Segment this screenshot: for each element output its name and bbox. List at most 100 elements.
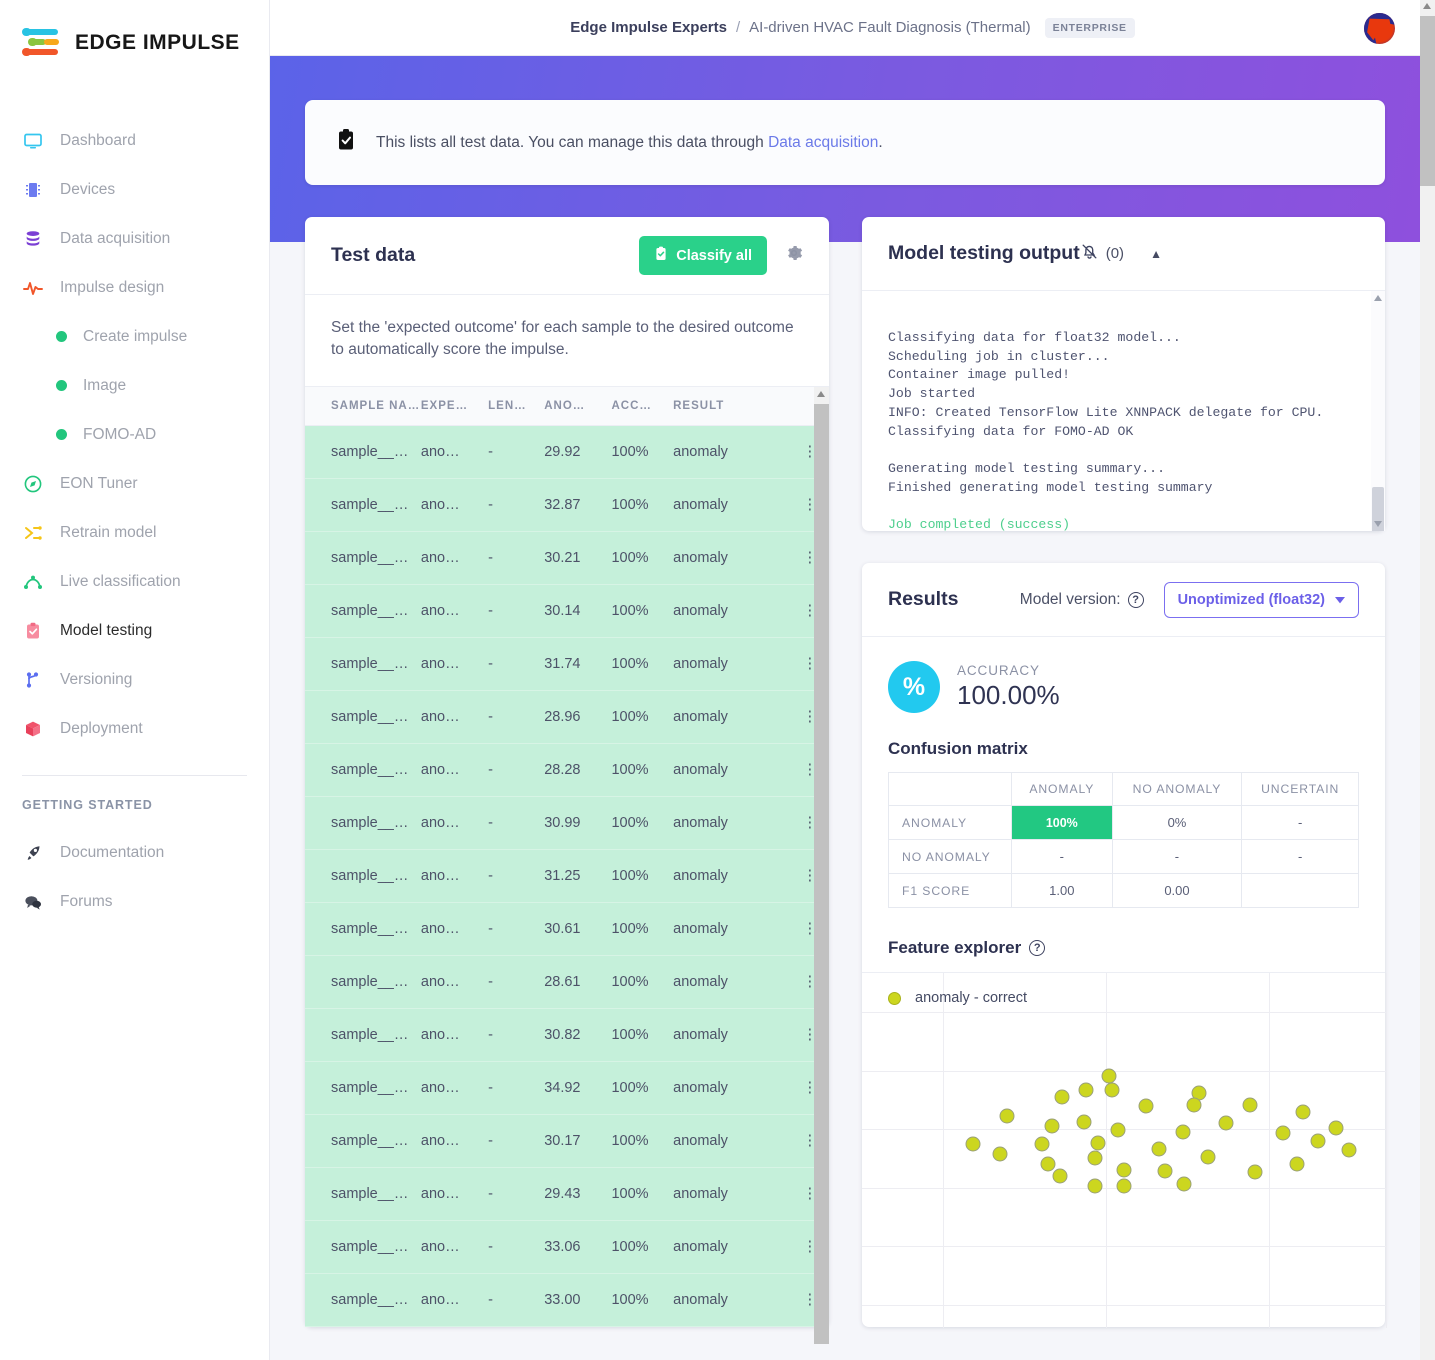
gear-icon[interactable] <box>785 244 803 267</box>
scatter-point[interactable] <box>1087 1150 1103 1166</box>
brand-logo-block[interactable]: EDGE IMPULSE <box>0 0 269 60</box>
page-scrollbar-thumb[interactable] <box>1420 16 1435 186</box>
scatter-point[interactable] <box>1052 1168 1068 1184</box>
scatter-point[interactable] <box>1218 1115 1234 1131</box>
sidebar-item-impulse-design[interactable]: Impulse design <box>0 263 269 312</box>
table-row[interactable]: sample__… ano… -30.14 100% anomaly ⋮ <box>305 584 829 638</box>
scatter-point[interactable] <box>1087 1178 1103 1194</box>
page-scrollbar[interactable] <box>1420 0 1435 1360</box>
scatter-point[interactable] <box>1116 1162 1132 1178</box>
table-row[interactable]: sample__… ano… -29.92 100% anomaly ⋮ <box>305 425 829 479</box>
log-scrollbar[interactable] <box>1371 291 1385 531</box>
table-row[interactable]: sample__… ano… -30.21 100% anomaly ⋮ <box>305 531 829 585</box>
question-icon[interactable]: ? <box>1029 940 1046 956</box>
scatter-point[interactable] <box>1328 1120 1344 1136</box>
table-row[interactable]: sample__… ano… -29.43 100% anomaly ⋮ <box>305 1167 829 1221</box>
scroll-up-arrow-icon[interactable] <box>817 390 825 397</box>
table-row[interactable]: sample__… ano… -34.92 100% anomaly ⋮ <box>305 1061 829 1115</box>
scatter-point[interactable] <box>1151 1141 1167 1157</box>
feature-explorer-plot[interactable]: anomaly - correct <box>862 972 1387 1328</box>
scatter-point[interactable] <box>1078 1082 1094 1098</box>
table-row[interactable]: sample__… ano… -30.82 100% anomaly ⋮ <box>305 1008 829 1062</box>
table-row[interactable]: sample__… ano… -28.96 100% anomaly ⋮ <box>305 690 829 744</box>
scatter-point[interactable] <box>1110 1122 1126 1138</box>
scatter-point[interactable] <box>1200 1149 1216 1165</box>
scatter-point[interactable] <box>1175 1124 1191 1140</box>
scroll-up-arrow-icon[interactable] <box>1423 3 1431 9</box>
sidebar-item-deployment[interactable]: Deployment <box>0 704 269 753</box>
sidebar-item-image[interactable]: Image <box>0 361 269 410</box>
scatter-point[interactable] <box>1044 1118 1060 1134</box>
table-row[interactable]: sample__… ano… -33.00 100% anomaly ⋮ <box>305 1273 829 1327</box>
column-header-result[interactable]: RESULT <box>673 386 791 426</box>
scatter-point[interactable] <box>1076 1114 1092 1130</box>
scatter-point[interactable] <box>1247 1164 1263 1180</box>
scatter-point[interactable] <box>1242 1097 1258 1113</box>
sidebar-item-dashboard[interactable]: Dashboard <box>0 116 269 165</box>
scatter-point[interactable] <box>1104 1082 1120 1098</box>
column-header-expected[interactable]: EXPE… <box>420 386 489 426</box>
sidebar-item-retrain-model[interactable]: Retrain model <box>0 508 269 557</box>
scatter-point[interactable] <box>1157 1163 1173 1179</box>
scatter-point[interactable] <box>1275 1125 1291 1141</box>
scatter-point[interactable] <box>1054 1089 1070 1105</box>
scatter-point[interactable] <box>1090 1135 1106 1151</box>
scatter-point[interactable] <box>1034 1136 1050 1152</box>
sidebar-item-live-classification[interactable]: Live classification <box>0 557 269 606</box>
scatter-point[interactable] <box>1295 1104 1311 1120</box>
scatter-point[interactable] <box>1040 1156 1056 1172</box>
sidebar-item-devices[interactable]: Devices <box>0 165 269 214</box>
model-version-select[interactable]: Unoptimized (float32) <box>1163 581 1359 618</box>
column-header-anomaly[interactable]: ANO… <box>544 386 612 426</box>
scatter-point[interactable] <box>999 1108 1015 1124</box>
scatter-point[interactable] <box>992 1146 1008 1162</box>
caret-up-icon[interactable]: ▲ <box>1150 247 1162 261</box>
breadcrumb-project[interactable]: AI-driven HVAC Fault Diagnosis (Thermal) <box>749 19 1030 36</box>
sidebar-item-documentation[interactable]: Documentation <box>0 828 269 877</box>
sidebar-item-model-testing[interactable]: Model testing <box>0 606 269 655</box>
table-row[interactable]: sample__… ano… -28.28 100% anomaly ⋮ <box>305 743 829 797</box>
question-icon[interactable]: ? <box>1127 591 1144 608</box>
cell-expected: ano… <box>420 849 489 903</box>
sidebar-item-create-impulse[interactable]: Create impulse <box>0 312 269 361</box>
results-title: Results <box>888 588 959 610</box>
scatter-point[interactable] <box>1176 1176 1192 1192</box>
scatter-plot-area[interactable] <box>862 973 1387 1328</box>
scroll-down-arrow-icon[interactable] <box>1373 521 1382 527</box>
breadcrumb-separator: / <box>735 19 741 36</box>
scatter-point[interactable] <box>1341 1142 1357 1158</box>
table-row[interactable]: sample__… ano… -28.61 100% anomaly ⋮ <box>305 955 829 1009</box>
sidebar-item-versioning[interactable]: Versioning <box>0 655 269 704</box>
sidebar-item-forums[interactable]: Forums <box>0 877 269 926</box>
table-row[interactable]: sample__… ano… -32.87 100% anomaly ⋮ <box>305 478 829 532</box>
sidebar-item-data-acquisition[interactable]: Data acquisition <box>0 214 269 263</box>
scatter-point[interactable] <box>965 1136 981 1152</box>
scatter-point[interactable] <box>1116 1178 1132 1194</box>
scatter-point[interactable] <box>1186 1097 1202 1113</box>
confusion-matrix-cell: - <box>1241 839 1359 874</box>
scatter-point[interactable] <box>1101 1068 1117 1084</box>
table-row[interactable]: sample__… ano… -33.06 100% anomaly ⋮ <box>305 1220 829 1274</box>
column-header-length[interactable]: LEN… <box>488 386 545 426</box>
classify-all-button[interactable]: Classify all <box>639 236 767 275</box>
column-header-sample-name[interactable]: SAMPLE NA… <box>305 386 421 426</box>
data-acquisition-link[interactable]: Data acquisition <box>768 134 878 151</box>
bell-muted-icon[interactable] <box>1080 242 1099 265</box>
table-row[interactable]: sample__… ano… -30.17 100% anomaly ⋮ <box>305 1114 829 1168</box>
table-row[interactable]: sample__… ano… -30.99 100% anomaly ⋮ <box>305 796 829 850</box>
scatter-point[interactable] <box>1310 1133 1326 1149</box>
sidebar-item-fomo-ad[interactable]: FOMO-AD <box>0 410 269 459</box>
test-data-scrollbar-thumb[interactable] <box>814 403 829 1344</box>
scroll-up-arrow-icon[interactable] <box>1373 295 1382 301</box>
notification-mute-control[interactable]: (0) <box>1080 242 1124 265</box>
table-row[interactable]: sample__… ano… -31.74 100% anomaly ⋮ <box>305 637 829 691</box>
breadcrumb-org[interactable]: Edge Impulse Experts <box>570 19 727 36</box>
table-row[interactable]: sample__… ano… -31.25 100% anomaly ⋮ <box>305 849 829 903</box>
column-header-accuracy[interactable]: ACC… <box>611 386 674 426</box>
scatter-point[interactable] <box>1138 1098 1154 1114</box>
table-row[interactable]: sample__… ano… -30.61 100% anomaly ⋮ <box>305 902 829 956</box>
test-data-scrollbar[interactable] <box>814 386 829 1344</box>
sidebar-item-eon-tuner[interactable]: EON Tuner <box>0 459 269 508</box>
avatar[interactable] <box>1364 13 1395 44</box>
scatter-point[interactable] <box>1289 1156 1305 1172</box>
